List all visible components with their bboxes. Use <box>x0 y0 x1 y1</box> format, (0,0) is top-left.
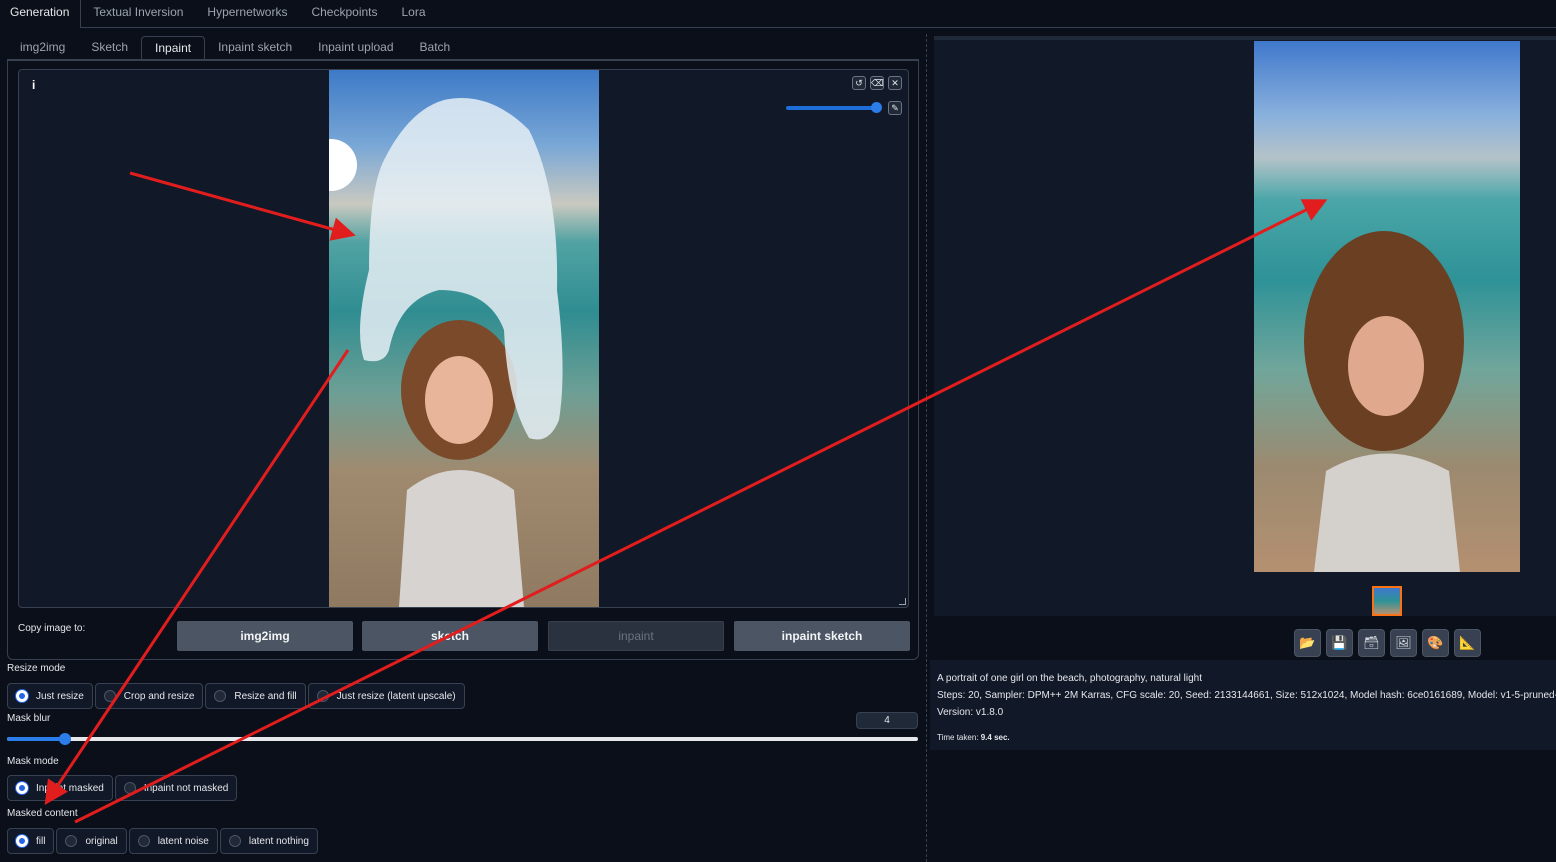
version-text: Version: v1.8.0 <box>937 707 1004 718</box>
radio-just-resize[interactable]: Just resize <box>7 683 93 709</box>
tab-checkpoints[interactable]: Checkpoints <box>299 0 389 27</box>
result-image-drawing <box>1304 231 1464 572</box>
tab-sketch[interactable]: Sketch <box>78 36 141 59</box>
output-action-bar: 📂 💾 🗃 🖼 🎨 📐 <box>1294 629 1481 657</box>
send-to-extras-icon[interactable]: 📐 <box>1454 629 1481 657</box>
info-icon[interactable]: i <box>32 78 35 92</box>
inpaint-canvas[interactable]: i ↺ ⌫ ✕ ✎ <box>18 69 909 608</box>
copy-to-sketch-button[interactable]: sketch <box>362 621 538 651</box>
folder-icon[interactable]: 📂 <box>1294 629 1321 657</box>
radio-label: Crop and resize <box>123 690 195 702</box>
params-text: Steps: 20, Sampler: DPM++ 2M Karras, CFG… <box>937 690 1556 701</box>
brush-cursor <box>329 139 357 191</box>
radio-label: fill <box>36 835 46 847</box>
copy-to-inpaint-button: inpaint <box>548 621 724 651</box>
top-tab-bar: Generation Textual Inversion Hypernetwor… <box>0 0 1556 28</box>
tab-batch[interactable]: Batch <box>407 36 464 59</box>
radio-resize-and-fill[interactable]: Resize and fill <box>205 683 306 709</box>
brush-icon[interactable]: ✎ <box>888 101 902 115</box>
tab-img2img[interactable]: img2img <box>7 36 78 59</box>
result-thumbnail[interactable] <box>1372 586 1402 616</box>
mask-blur-fill <box>7 737 66 741</box>
source-image[interactable] <box>329 70 599 607</box>
undo-icon[interactable]: ↺ <box>852 76 866 90</box>
canvas-toolbar: ↺ ⌫ ✕ <box>852 76 902 90</box>
time-label: Time taken: <box>937 733 979 742</box>
radio-label: Just resize <box>36 690 84 702</box>
copy-to-inpaint-sketch-button[interactable]: inpaint sketch <box>734 621 910 651</box>
mask-mode-label: Mask mode <box>7 756 59 767</box>
brush-size-knob[interactable] <box>871 102 882 113</box>
prompt-text: A portrait of one girl on the beach, pho… <box>937 673 1202 684</box>
radio-label: Resize and fill <box>234 690 297 702</box>
mask-blur-slider[interactable] <box>7 733 918 745</box>
radio-dot <box>16 835 28 847</box>
img2img-mode-tabs: img2img Sketch Inpaint Inpaint sketch In… <box>7 36 919 61</box>
tab-inpaint-sketch[interactable]: Inpaint sketch <box>205 36 305 59</box>
radio-dot <box>214 690 227 702</box>
radio-inpaint-not-masked[interactable]: Inpaint not masked <box>114 775 238 801</box>
radio-label: latent nothing <box>248 835 309 847</box>
send-to-img2img-icon[interactable]: 🖼 <box>1390 629 1417 657</box>
radio-label: original <box>85 835 118 847</box>
resize-mode-label: Resize mode <box>7 663 66 674</box>
face-shape <box>425 356 493 444</box>
radio-dot <box>137 835 150 847</box>
tab-inpaint-upload[interactable]: Inpaint upload <box>305 36 406 59</box>
time-value: 9.4 sec. <box>980 733 1010 742</box>
radio-dot <box>16 690 28 702</box>
radio-dot <box>123 782 136 794</box>
radio-fill[interactable]: fill <box>7 828 55 854</box>
radio-latent-noise[interactable]: latent noise <box>128 828 218 854</box>
radio-original[interactable]: original <box>56 828 127 854</box>
output-gallery <box>934 36 1556 616</box>
radio-dot <box>228 835 241 847</box>
radio-dot <box>316 690 329 702</box>
radio-label: Inpaint not masked <box>143 782 229 794</box>
radio-dot <box>103 690 116 702</box>
generation-info: A portrait of one girl on the beach, pho… <box>930 660 1556 750</box>
tab-lora[interactable]: Lora <box>390 0 438 27</box>
tab-textual-inversion[interactable]: Textual Inversion <box>81 0 195 27</box>
radio-crop-and-resize[interactable]: Crop and resize <box>94 683 204 709</box>
source-image-drawing <box>329 98 563 607</box>
radio-label: Just resize (latent upscale) <box>336 690 456 702</box>
resize-mode-group: Just resize Crop and resize Resize and f… <box>7 683 465 709</box>
inpaint-panel: i ↺ ⌫ ✕ ✎ Copy image to: img2img sketch … <box>7 60 919 660</box>
face-shape <box>1348 316 1424 416</box>
close-icon[interactable]: ✕ <box>888 76 902 90</box>
time-taken: Time taken: 9.4 sec. <box>937 733 1010 742</box>
copy-to-img2img-button[interactable]: img2img <box>177 621 353 651</box>
mask-blur-input[interactable]: 4 <box>856 712 918 729</box>
result-image[interactable] <box>1254 41 1520 572</box>
mask-blur-knob[interactable] <box>59 733 72 745</box>
radio-latent-nothing[interactable]: latent nothing <box>219 828 318 854</box>
tab-hypernetworks[interactable]: Hypernetworks <box>195 0 299 27</box>
save-icon[interactable]: 💾 <box>1326 629 1353 657</box>
radio-dot <box>65 835 78 847</box>
radio-label: Inpaint masked <box>36 782 104 794</box>
dress-shape <box>399 470 524 607</box>
tab-inpaint[interactable]: Inpaint <box>141 36 206 61</box>
mask-mode-group: Inpaint masked Inpaint not masked <box>7 775 238 801</box>
masked-content-label: Masked content <box>7 808 78 819</box>
send-to-inpaint-icon[interactable]: 🎨 <box>1422 629 1449 657</box>
tab-generation[interactable]: Generation <box>0 0 82 28</box>
radio-latent-upscale[interactable]: Just resize (latent upscale) <box>307 683 465 709</box>
column-divider <box>926 34 927 862</box>
radio-inpaint-masked[interactable]: Inpaint masked <box>7 775 113 801</box>
dress-shape <box>1314 453 1460 572</box>
radio-label: latent noise <box>157 835 209 847</box>
mask-blur-label: Mask blur <box>7 713 51 724</box>
brush-size-slider[interactable] <box>786 102 882 113</box>
masked-content-group: fill original latent noise latent nothin… <box>7 828 318 854</box>
clear-icon[interactable]: ⌫ <box>870 76 884 90</box>
resize-handle-icon[interactable] <box>899 598 906 605</box>
copy-image-label: Copy image to: <box>18 623 86 634</box>
radio-dot <box>16 782 28 794</box>
zip-icon[interactable]: 🗃 <box>1358 629 1385 657</box>
